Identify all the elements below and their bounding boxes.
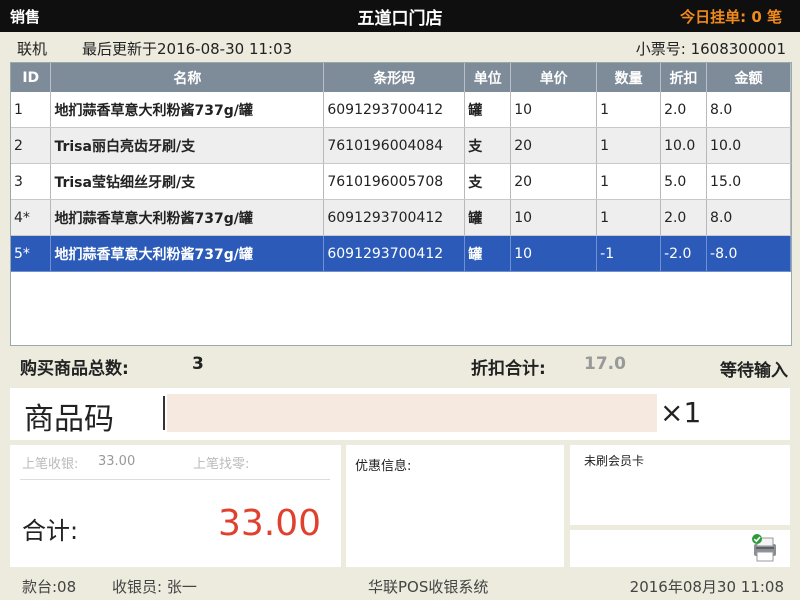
cell-name: Trisa莹钻细丝牙刷/支 [50,163,325,200]
cell-unit: 支 [464,163,512,200]
pending-unit: 笔 [766,8,782,26]
header-barcode: 条形码 [323,63,466,92]
summary-bar: 购买商品总数: 3 折扣合计: 17.0 等待输入 [0,344,800,386]
cell-name: 地扪蒜香草意大利粉酱737g/罐 [50,235,325,272]
cell-name: 地扪蒜香草意大利粉酱737g/罐 [50,199,325,236]
cell-amount: -8.0 [706,235,791,272]
cell-id: 5* [11,235,52,272]
discount-total-value: 17.0 [584,354,626,374]
cell-id: 1 [11,92,52,128]
cell-name: 地扪蒜香草意大利粉酱737g/罐 [50,92,325,128]
member-status: 未刷会员卡 [584,454,645,468]
check-icon [752,534,762,544]
table-row[interactable]: 1 地扪蒜香草意大利粉酱737g/罐 6091293700412 罐 10 1 … [11,92,791,128]
item-count-value: 3 [192,354,204,374]
cell-discount: -2.0 [660,235,708,272]
product-code-label: 商品码 [24,402,114,437]
cell-qty: 1 [596,92,662,128]
cell-barcode: 7610196004084 [323,127,466,164]
cell-price: 10 [510,235,598,272]
table-row[interactable]: 2 Trisa丽白亮齿牙刷/支 7610196004084 支 20 1 10.… [11,127,791,164]
text-cursor [163,396,165,430]
items-table[interactable]: ID 名称 条形码 单位 单价 数量 折扣 金额 1 地扪蒜香草意大利粉酱737… [10,62,792,346]
info-bar: 联机 最后更新于2016-08-30 11:03 小票号: 1608300001 [0,32,800,62]
cell-amount: 10.0 [706,127,791,164]
cell-barcode: 7610196005708 [323,163,466,200]
header-discount: 折扣 [660,63,708,92]
cell-discount: 10.0 [660,127,708,164]
cell-amount: 15.0 [706,163,791,200]
cell-barcode: 6091293700412 [323,235,466,272]
table-header: ID 名称 条形码 单位 单价 数量 折扣 金额 [11,63,791,92]
total-label: 合计: [22,517,79,545]
table-row[interactable]: 3 Trisa莹钻细丝牙刷/支 7610196005708 支 20 1 5.0… [11,163,791,200]
receipt-label: 小票号: [635,40,686,58]
cell-qty: 1 [596,163,662,200]
cell-price: 20 [510,163,598,200]
cell-discount: 5.0 [660,163,708,200]
pending-label: 今日挂单: [680,8,747,26]
cell-amount: 8.0 [706,199,791,236]
last-paid-value: 33.00 [98,454,136,469]
item-count-label: 购买商品总数: [20,359,129,379]
cell-unit: 支 [464,127,512,164]
promotion-panel: 优惠信息: [346,445,564,567]
input-status: 等待输入 [720,361,788,381]
cell-qty: 1 [596,127,662,164]
cell-unit: 罐 [464,235,512,272]
header-price: 单价 [510,63,598,92]
header-id: ID [11,63,52,92]
quantity-multiplier: ×1 [660,396,702,429]
cell-price: 10 [510,92,598,128]
cell-barcode: 6091293700412 [323,92,466,128]
header-qty: 数量 [596,63,662,92]
printer-icon[interactable] [748,532,782,564]
product-entry: 商品码 ×1 [10,388,790,440]
cell-price: 20 [510,127,598,164]
cell-discount: 2.0 [660,199,708,236]
cell-qty: 1 [596,199,662,236]
current-datetime: 2016年08月30 11:08 [629,578,784,596]
status-footer: 款台:08 收银员: 张一 华联POS收银系统 2016年08月30 11:08 [0,572,800,600]
last-updated: 最后更新于2016-08-30 11:03 [82,40,293,58]
last-paid-label: 上笔收银: [22,457,79,472]
terminal-id: 款台:08 [22,578,77,596]
cell-unit: 罐 [464,199,512,236]
totals-panel: 上笔收银: 33.00 上笔找零: 合计: 33.00 [10,445,341,567]
product-code-input[interactable] [167,394,657,432]
receipt-number: 小票号: 1608300001 [636,38,786,59]
receipt-value: 1608300001 [690,40,786,58]
cell-qty: -1 [596,235,662,272]
cell-name: Trisa丽白亮齿牙刷/支 [50,127,325,164]
pending-count: 0 [751,8,762,26]
table-row[interactable]: 4* 地扪蒜香草意大利粉酱737g/罐 6091293700412 罐 10 1… [11,199,791,236]
cell-discount: 2.0 [660,92,708,128]
divider [20,479,330,480]
promotion-label: 优惠信息: [355,459,412,474]
header-unit: 单位 [464,63,512,92]
cell-id: 4* [11,199,52,236]
table-row-selected[interactable]: 5* 地扪蒜香草意大利粉酱737g/罐 6091293700412 罐 10 -… [11,235,791,272]
connection-status: 联机 [17,40,48,58]
cell-unit: 罐 [464,92,512,128]
cell-amount: 8.0 [706,92,791,128]
cell-price: 10 [510,199,598,236]
cell-id: 2 [11,127,52,164]
header-amount: 金额 [706,63,791,92]
last-change-label: 上笔找零: [193,457,250,472]
system-name: 华联POS收银系统 [368,578,489,596]
discount-total-label: 折扣合计: [471,359,546,379]
pending-orders[interactable]: 今日挂单: 0 笔 [680,6,782,27]
total-value: 33.00 [217,503,321,544]
header-name: 名称 [50,63,325,92]
title-bar: 销售 五道口门店 今日挂单: 0 笔 [0,0,800,32]
cell-id: 3 [11,163,52,200]
cell-barcode: 6091293700412 [323,199,466,236]
member-panel[interactable]: 未刷会员卡 [570,445,790,525]
cashier-name: 收银员: 张一 [112,578,197,596]
printer-panel [570,530,790,567]
